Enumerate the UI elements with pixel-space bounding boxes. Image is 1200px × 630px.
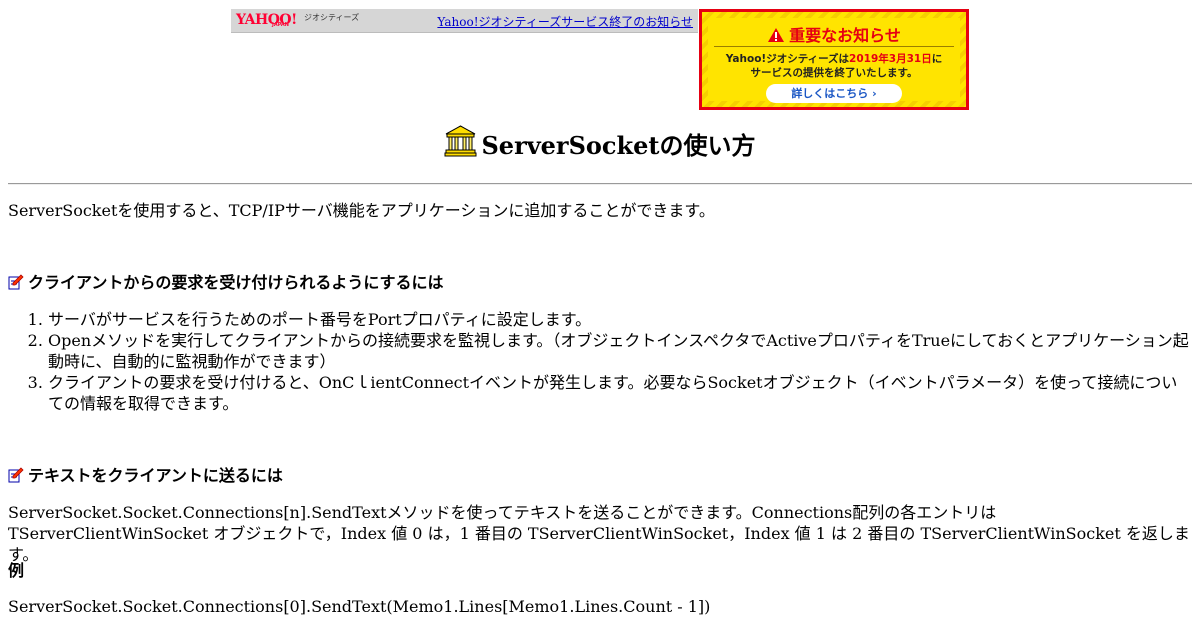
page-title-text: ServerSocketの使い方: [481, 131, 756, 160]
pencil-note-icon: [8, 467, 24, 483]
example-heading: 例: [8, 561, 25, 580]
list-item: Openメソッドを実行してクライアントからの接続要求を監視します。（オブジェクト…: [48, 330, 1192, 372]
notice-inner: 重要なお知らせ Yahoo!ジオシティーズは2019年3月31日に サービスの提…: [708, 18, 960, 103]
notice-divider: [714, 46, 954, 47]
list-item: クライアントの要求を受け付けると、OnCｌientConnectイベントが発生し…: [48, 372, 1192, 414]
section1-heading: クライアントからの要求を受け付けられるようにするには: [8, 272, 1192, 293]
section2-heading: テキストをクライアントに送るには: [8, 465, 1192, 486]
notice-line1-suffix: に: [931, 53, 943, 65]
yahoo-geocities-bar: YAHOO! JAPAN ジオシティーズ Yahoo!ジオシティーズサービス終了…: [231, 9, 698, 33]
notice-line1-prefix: Yahoo!ジオシティーズは: [725, 53, 850, 65]
notice-heading-text: 重要なお知らせ: [789, 26, 901, 45]
notice-heading: 重要なお知らせ: [708, 22, 960, 46]
notice-line2: サービスの提供を終了いたします。: [750, 67, 918, 79]
section1-heading-text: クライアントからの要求を受け付けられるようにするには: [28, 273, 444, 292]
list-item: サーバがサービスを行うためのポート番号をPortプロパティに設定します。: [48, 309, 1192, 330]
horizontal-rule: [8, 183, 1192, 185]
example-code: ServerSocket.Socket.Connections[0].SendT…: [8, 597, 711, 616]
yahoo-japan-logo[interactable]: YAHOO! JAPAN ジオシティーズ: [236, 11, 359, 28]
warning-icon: [768, 28, 785, 42]
notice-end-date: 2019年3月31日: [849, 53, 932, 65]
details-button[interactable]: 詳しくはこちら ›: [766, 84, 902, 103]
intro-paragraph: ServerSocketを使用すると、TCP/IPサーバ機能をアプリケーションに…: [8, 201, 715, 220]
steps-list: サーバがサービスを行うためのポート番号をPortプロパティに設定します。 Ope…: [8, 309, 1192, 414]
notice-body: Yahoo!ジオシティーズは2019年3月31日に サービスの提供を終了いたしま…: [708, 52, 960, 80]
logo-service: ジオシティーズ: [304, 13, 360, 22]
section2-heading-text: テキストをクライアントに送るには: [28, 466, 283, 485]
service-end-notice-link[interactable]: Yahoo!ジオシティーズサービス終了のお知らせ: [437, 13, 693, 30]
section2-body: ServerSocket.Socket.Connections[n].SendT…: [8, 503, 1190, 564]
page-title: ServerSocketの使い方: [0, 124, 1200, 161]
pencil-note-icon: [8, 274, 24, 290]
important-notice-banner[interactable]: 重要なお知らせ Yahoo!ジオシティーズは2019年3月31日に サービスの提…: [699, 9, 969, 110]
logo-sub: JAPAN: [272, 22, 289, 28]
building-icon: [444, 125, 477, 157]
